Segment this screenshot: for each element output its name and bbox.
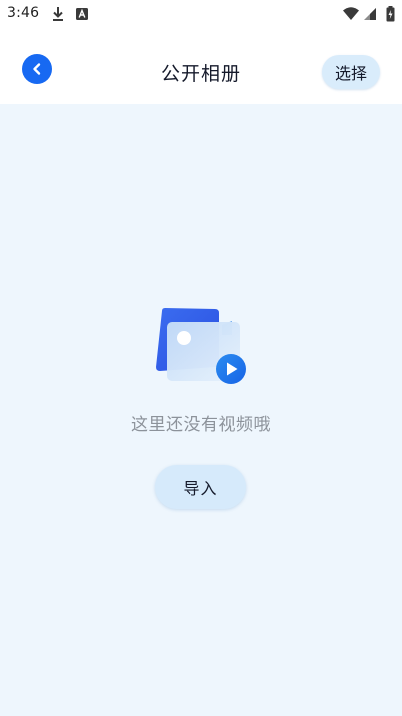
status-time: 3:46 (7, 5, 40, 21)
main-content: 这里还没有视频哦 导入 (0, 104, 402, 716)
text-notification-icon (75, 6, 89, 25)
empty-message: 这里还没有视频哦 (131, 415, 271, 435)
signal-icon (363, 6, 377, 25)
wifi-icon (342, 6, 360, 25)
download-icon (51, 6, 65, 26)
video-gallery-illustration (150, 305, 250, 391)
import-button[interactable]: 导入 (155, 465, 246, 509)
app-header: 公开相册 选择 (0, 28, 402, 104)
select-button[interactable]: 选择 (322, 55, 380, 89)
status-bar: 3:46 (0, 0, 402, 28)
battery-icon (386, 6, 395, 26)
